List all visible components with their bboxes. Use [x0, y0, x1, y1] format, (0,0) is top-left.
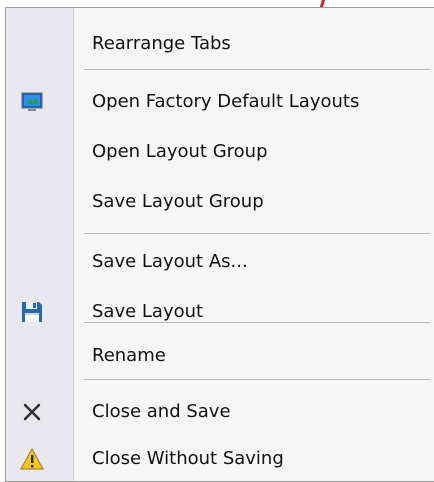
menu-item-close-and-save[interactable]: Close and Save	[6, 390, 434, 434]
menu-separator	[84, 322, 430, 323]
close-x-icon	[23, 403, 41, 421]
menu-separator	[84, 379, 430, 380]
menu-item-close-without-saving[interactable]: Close Without Saving	[6, 437, 434, 481]
menu-item-label: Save Layout	[92, 301, 204, 322]
menu-item-label: Save Layout Group	[92, 191, 264, 212]
menu-item-label: Rename	[92, 345, 166, 366]
menu-item-label: Save Layout As...	[92, 251, 248, 272]
menu-separator	[84, 69, 430, 70]
menu-item-label: Rearrange Tabs	[92, 33, 231, 54]
menu-item-label: Close Without Saving	[92, 448, 284, 469]
menu-item-save-layout-as[interactable]: Save Layout As...	[6, 240, 434, 284]
menu-item-rearrange-tabs[interactable]: Rearrange Tabs	[6, 22, 434, 66]
menu-separator	[84, 233, 430, 234]
menu-item-label: Open Factory Default Layouts	[92, 91, 360, 112]
menu-item-label: Close and Save	[92, 401, 231, 422]
menu-item-open-layout-group[interactable]: Open Layout Group	[6, 130, 434, 174]
menu-item-save-layout[interactable]: Save Layout	[6, 290, 434, 334]
menu-item-save-layout-group[interactable]: Save Layout Group	[6, 180, 434, 224]
warning-triangle-icon	[20, 447, 44, 470]
screen: Rearrange Tabs Open Factory Default Layo…	[0, 0, 434, 482]
monitor-layout-icon	[21, 92, 43, 111]
layout-context-menu: Rearrange Tabs Open Factory Default Layo…	[5, 7, 434, 482]
menu-item-open-factory-default-layouts[interactable]: Open Factory Default Layouts	[6, 80, 434, 124]
menu-item-label: Open Layout Group	[92, 141, 268, 162]
menu-item-rename[interactable]: Rename	[6, 334, 434, 378]
floppy-disk-icon	[22, 302, 42, 322]
